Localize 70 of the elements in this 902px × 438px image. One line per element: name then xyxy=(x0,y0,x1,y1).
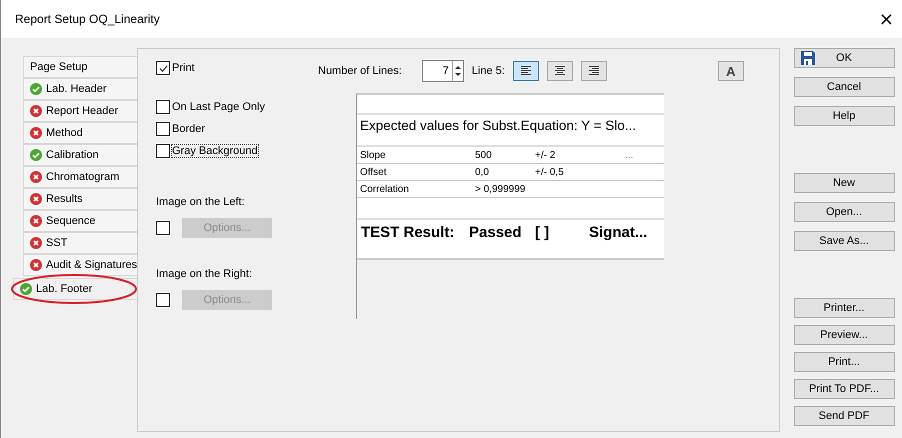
check-icon xyxy=(20,283,32,295)
tab[interactable]: Sequence xyxy=(23,210,137,232)
check-icon xyxy=(30,149,42,161)
error-icon xyxy=(30,193,42,205)
dialog-button[interactable]: Help xyxy=(794,106,894,126)
preview-cell-text: 0,0 xyxy=(475,166,490,178)
image-label: Image on the Right: xyxy=(156,268,254,280)
preview-cell-text: Correlation xyxy=(360,184,410,194)
result-text: TEST Result: xyxy=(361,224,456,243)
align-button[interactable] xyxy=(580,61,607,81)
spin-arrows-icon xyxy=(454,64,462,78)
checkbox-label: Border xyxy=(172,123,206,135)
result-text: Passed xyxy=(469,224,523,243)
dialog-button[interactable]: Open... xyxy=(794,202,894,222)
align-icon xyxy=(554,66,566,76)
align-button[interactable] xyxy=(512,61,539,81)
preview-cell-text: 500 xyxy=(475,150,493,160)
result-text: [ ] xyxy=(535,224,550,243)
error-icon xyxy=(30,259,42,271)
tab[interactable]: Results xyxy=(23,188,137,210)
error-icon xyxy=(30,171,42,183)
tab[interactable]: Report Header xyxy=(23,100,137,122)
tab[interactable]: Method xyxy=(23,122,137,144)
checkmark-icon xyxy=(158,62,168,74)
save-icon xyxy=(800,51,814,65)
dialog-button[interactable]: Save As... xyxy=(794,231,894,251)
error-icon xyxy=(30,105,42,117)
dialog-button[interactable]: Print... xyxy=(794,352,894,372)
tab[interactable]: Lab. Header xyxy=(23,78,137,100)
preview-cell-text: > 0,999999 xyxy=(475,184,526,194)
tab[interactable]: Chromatogram xyxy=(23,166,137,188)
dialog-button[interactable]: OK xyxy=(794,48,894,68)
align-icon xyxy=(520,66,532,76)
error-icon xyxy=(30,237,42,249)
close-button[interactable]: × xyxy=(876,8,896,30)
tab[interactable]: SST xyxy=(23,232,137,254)
tab[interactable]: Page Setup xyxy=(23,56,137,78)
lines-spinner[interactable]: 7 xyxy=(422,60,464,82)
preview-cell-text: ... xyxy=(625,150,634,160)
image-label: Image on the Left: xyxy=(156,196,246,208)
preview-cell-text: Offset xyxy=(360,166,388,178)
dialog-button[interactable]: Print To PDF... xyxy=(794,379,894,399)
error-icon xyxy=(30,215,42,227)
result-text: Signat... xyxy=(589,224,648,243)
checkbox-label: On Last Page Only xyxy=(172,101,265,113)
checkbox-label: Print xyxy=(172,62,195,74)
checkbox[interactable] xyxy=(156,122,170,136)
preview-cell-text: Slope xyxy=(360,150,387,160)
checkbox[interactable] xyxy=(156,144,170,158)
dialog-button[interactable]: Send PDF xyxy=(794,406,894,426)
window-title: Report Setup OQ_Linearity xyxy=(15,12,160,26)
tab[interactable]: Calibration xyxy=(23,144,137,166)
preview-cell-text: +/- 0,5 xyxy=(535,166,565,178)
font-button[interactable]: A xyxy=(718,61,744,81)
align-button[interactable] xyxy=(546,61,573,81)
checkbox[interactable] xyxy=(156,100,170,114)
checkbox-label: Gray Background xyxy=(172,145,258,157)
lines-label: Number of Lines: xyxy=(318,65,402,77)
align-icon xyxy=(588,66,600,76)
dialog-button[interactable]: Preview... xyxy=(794,325,894,345)
line-label: Line 5: xyxy=(472,65,505,77)
print-checkbox[interactable] xyxy=(156,61,170,75)
tab[interactable]: Audit & Signatures xyxy=(23,254,137,276)
dialog-button[interactable]: Cancel xyxy=(794,77,894,97)
check-icon xyxy=(30,83,42,95)
dialog-button[interactable]: Printer... xyxy=(794,298,894,318)
preview-cell-text: +/- 2 xyxy=(535,150,556,160)
error-icon xyxy=(30,127,42,139)
dialog-button[interactable]: New xyxy=(794,173,894,193)
preview-heading: Expected values for Subst.Equation: Y = Slo... xyxy=(360,118,636,133)
